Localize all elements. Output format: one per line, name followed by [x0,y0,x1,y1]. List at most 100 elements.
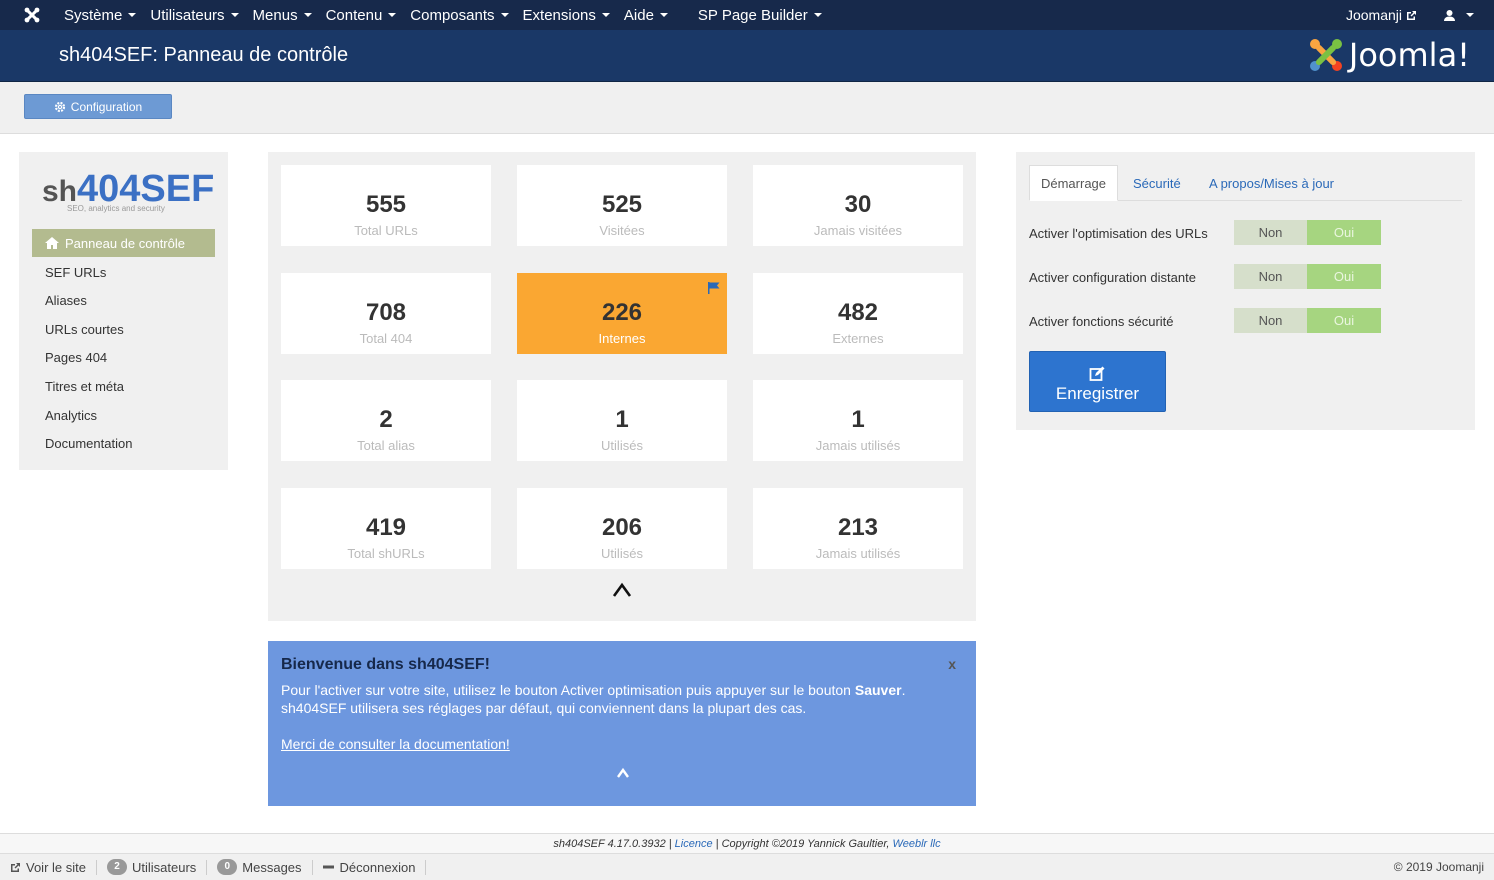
stat-label: Jamais utilisés [815,438,901,453]
nav-right: Joomanji [1346,0,1494,30]
menu-composants[interactable]: Composants [410,0,509,30]
joomla-icon[interactable] [0,0,64,30]
stat-value: 555 [365,191,407,218]
toggle-non[interactable]: Non [1234,264,1307,289]
sidebar-item-urls-courtes[interactable]: URLs courtes [45,322,124,337]
stat-value: 419 [365,514,407,541]
stat-label: Externes [832,331,884,346]
stat-total-404[interactable]: 708 Total 404 [281,273,491,354]
stat-value: 213 [837,514,879,541]
users-label: Utilisateurs [131,859,197,875]
messages-link[interactable]: 0 Messages [207,859,313,875]
menu-utilisateurs[interactable]: Utilisateurs [150,0,239,30]
footer-copyright: © 2019 Joomanji [1393,860,1484,874]
page-header: sh404SEF: Panneau de contrôle Joomla! [0,30,1494,82]
stat-shurls-jamais-utilises[interactable]: 213 Jamais utilisés [753,488,963,569]
caret-down-icon [388,13,397,17]
toggle-oui[interactable]: Oui [1307,264,1381,289]
configuration-label: Configuration [70,99,143,114]
collapse-chevron-icon[interactable] [612,582,632,598]
stat-value: 1 [615,406,629,433]
tab-bar: Démarrage Sécurité A propos/Mises à jour [1029,165,1462,201]
joomla-logo: Joomla! [1307,36,1470,74]
stat-value: 2 [379,406,393,433]
save-button[interactable]: Enregistrer [1029,351,1166,412]
menu-label: Contenu [325,6,383,24]
stat-label: Jamais utilisés [815,546,901,561]
stat-externes[interactable]: 482 Externes [753,273,963,354]
status-bar: Voir le site 2 Utilisateurs 0 Messages D… [0,853,1494,880]
stat-value: 525 [601,191,643,218]
stat-value: 1 [851,406,865,433]
toggle-non[interactable]: Non [1234,220,1307,245]
close-button[interactable]: x [948,656,956,672]
logout-link[interactable]: Déconnexion [313,859,427,875]
sidebar-item-titres-et-meta[interactable]: Titres et méta [45,379,124,394]
messages-label: Messages [242,859,302,875]
sidebar-item-documentation[interactable]: Documentation [45,436,132,451]
stat-total-urls[interactable]: 555 Total URLs [281,165,491,246]
stat-label: Jamais visitées [813,223,903,238]
tab-a-propos[interactable]: A propos/Mises à jour [1209,165,1334,201]
menu-menus[interactable]: Menus [253,0,312,30]
stat-visitees[interactable]: 525 Visitées [517,165,727,246]
caret-down-icon [813,13,822,17]
stat-label: Total shURLs [347,546,425,561]
sidebar-item-pages-404[interactable]: Pages 404 [45,350,107,365]
menu-label: Utilisateurs [150,6,225,24]
tab-demarrage[interactable]: Démarrage [1029,165,1118,201]
configuration-button[interactable]: Configuration [24,94,172,119]
toggle-securite: Non Oui [1234,308,1381,333]
stat-total-alias[interactable]: 2 Total alias [281,380,491,461]
toggle-optimisation: Non Oui [1234,220,1381,245]
sidebar-item-sef-urls[interactable]: SEF URLs [45,265,106,280]
stat-shurls-utilises[interactable]: 206 Utilisés [517,488,727,569]
stat-alias-jamais-utilises[interactable]: 1 Jamais utilisés [753,380,963,461]
menu-label: Composants [410,6,495,24]
stat-label: Total 404 [359,331,413,346]
logout-label: Déconnexion [339,859,416,875]
collapse-chevron-icon[interactable] [616,767,630,779]
stats-grid: 555 Total URLs 525 Visitées 30 Jamais vi… [268,152,976,621]
menu-systeme[interactable]: Système [64,0,137,30]
view-site-link[interactable]: Voir le site [0,859,97,875]
logo-tagline: SEO, analytics and security [67,204,165,213]
users-count-badge: 2 [106,859,127,875]
stat-alias-utilises[interactable]: 1 Utilisés [517,380,727,461]
stat-label: Internes [598,331,646,346]
toggle-oui[interactable]: Oui [1307,308,1381,333]
tab-securite[interactable]: Sécurité [1133,165,1181,201]
licence-link[interactable]: Licence [675,838,713,850]
copyright-text: | Copyright ©2019 Yannick Gaultier, [712,838,893,850]
caret-down-icon [303,13,312,17]
sh404sef-logo: sh404SEF SEO, analytics and security [42,168,214,218]
user-menu[interactable] [1443,9,1474,22]
welcome-title: Bienvenue dans sh404SEF! [281,656,490,673]
copyright-bar: sh404SEF 4.17.0.3932 | Licence | Copyrig… [0,833,1494,853]
save-label: Enregistrer [1055,384,1140,403]
menu-extensions[interactable]: Extensions [523,0,610,30]
toggle-non[interactable]: Non [1234,308,1307,333]
stat-value: 226 [601,299,643,326]
option-label-optimisation: Activer l'optimisation des URLs [1029,226,1208,241]
site-link[interactable]: Joomanji [1346,7,1417,23]
menu-aide[interactable]: Aide [624,0,668,30]
menu-contenu[interactable]: Contenu [326,0,397,30]
version-text: sh404SEF 4.17.0.3932 | [553,838,675,850]
sidebar-item-analytics[interactable]: Analytics [45,408,97,423]
users-link[interactable]: 2 Utilisateurs [97,859,208,875]
toggle-oui[interactable]: Oui [1307,220,1381,245]
company-link[interactable]: Weeblr llc [893,838,941,850]
menu-label: Système [64,6,123,24]
menu-sp-page-builder[interactable]: SP Page Builder [698,0,822,30]
joomla-logo-icon [1309,39,1342,71]
stat-jamais-visitees[interactable]: 30 Jamais visitées [753,165,963,246]
stat-label: Total URLs [354,223,418,238]
stat-internes[interactable]: 226 Internes [517,273,727,354]
documentation-link[interactable]: Merci de consulter la documentation! [281,736,510,752]
user-icon [1444,9,1455,21]
caret-down-icon [500,13,509,17]
stat-total-shurls[interactable]: 419 Total shURLs [281,488,491,569]
sidebar-item-panneau-de-controle[interactable]: Panneau de contrôle [32,229,215,257]
sidebar-item-aliases[interactable]: Aliases [45,293,87,308]
